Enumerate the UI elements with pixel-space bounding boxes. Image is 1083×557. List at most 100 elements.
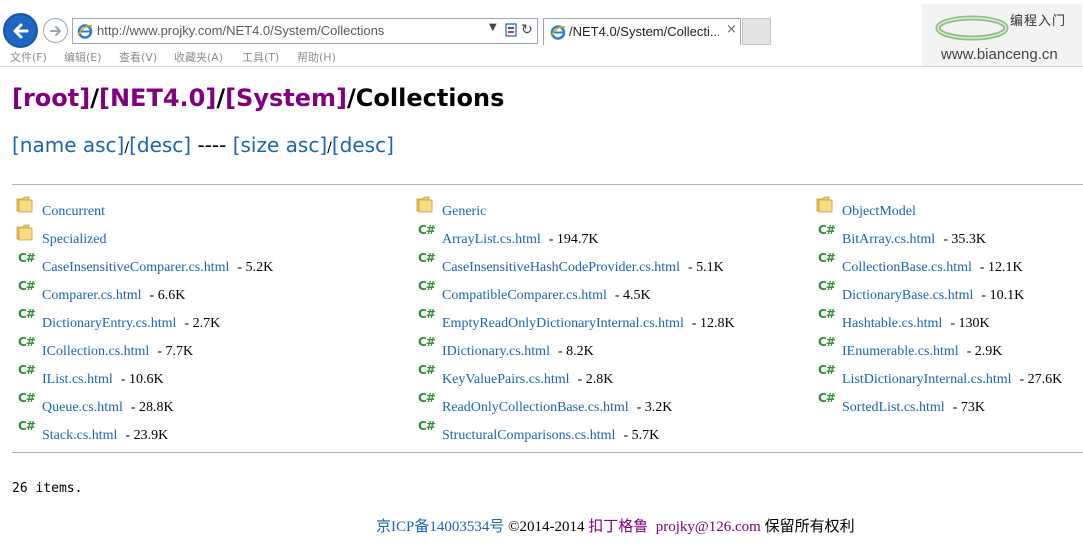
file-size: - 5.1K bbox=[687, 260, 724, 275]
file-link[interactable]: StructuralComparisons.cs.html bbox=[442, 428, 615, 443]
file-link[interactable]: Hashtable.cs.html bbox=[842, 316, 942, 331]
file-size: - 4.5K bbox=[614, 288, 651, 303]
file-size: - 2.7K bbox=[184, 316, 221, 331]
menu-file[interactable]: 文件(F) bbox=[10, 49, 47, 65]
file-link[interactable]: IDictionary.cs.html bbox=[442, 344, 550, 359]
breadcrumb-system-link[interactable]: [System] bbox=[225, 84, 347, 112]
sort-size-desc-link[interactable]: [desc] bbox=[332, 133, 394, 157]
ie-page-icon bbox=[77, 24, 93, 39]
forward-button[interactable] bbox=[43, 18, 68, 43]
csharp-file-icon: C# bbox=[418, 335, 436, 349]
csharp-file-icon: C# bbox=[18, 419, 36, 433]
compatibility-view-icon[interactable] bbox=[505, 23, 517, 37]
owner-link[interactable]: 扣丁格鲁 bbox=[588, 519, 648, 535]
folder-icon bbox=[15, 222, 35, 242]
csharp-file-icon: C# bbox=[18, 391, 36, 405]
folder-link[interactable]: Specialized bbox=[42, 232, 107, 247]
csharp-file-icon: C# bbox=[818, 251, 836, 265]
csharp-file-icon: C# bbox=[818, 279, 836, 293]
breadcrumb-root-link[interactable]: [root] bbox=[12, 84, 90, 112]
divider-top bbox=[12, 184, 1083, 185]
menu-favorites[interactable]: 收藏夹(A) bbox=[174, 49, 223, 65]
address-url[interactable]: http://www.projky.com/NET4.0/System/Coll… bbox=[97, 23, 384, 38]
file-link[interactable]: EmptyReadOnlyDictionaryInternal.cs.html bbox=[442, 316, 684, 331]
file-link[interactable]: SortedList.cs.html bbox=[842, 400, 945, 415]
menu-edit[interactable]: 编辑(E) bbox=[64, 49, 102, 65]
file-size: - 28.8K bbox=[130, 400, 174, 415]
chevron-down-icon[interactable]: ▼ bbox=[489, 22, 497, 33]
close-icon[interactable]: × bbox=[726, 22, 737, 37]
file-link[interactable]: KeyValuePairs.cs.html bbox=[442, 372, 570, 387]
folder-icon bbox=[15, 194, 35, 214]
tab-active[interactable]: /NET4.0/System/Collecti... × bbox=[543, 18, 741, 45]
sort-dashes: ---- bbox=[191, 133, 233, 157]
menu-help[interactable]: 帮助(H) bbox=[297, 49, 336, 65]
file-link[interactable]: CaseInsensitiveComparer.cs.html bbox=[42, 260, 229, 275]
csharp-file-icon: C# bbox=[18, 251, 36, 265]
file-link[interactable]: Queue.cs.html bbox=[42, 400, 123, 415]
file-link[interactable]: DictionaryEntry.cs.html bbox=[42, 316, 176, 331]
browser-chrome: http://www.projky.com/NET4.0/System/Coll… bbox=[0, 0, 1083, 67]
csharp-file-icon: C# bbox=[418, 307, 436, 321]
folder-link[interactable]: ObjectModel bbox=[842, 204, 916, 219]
file-size: - 7.7K bbox=[157, 344, 194, 359]
file-link[interactable]: Comparer.cs.html bbox=[42, 288, 142, 303]
menu-view[interactable]: 查看(V) bbox=[119, 49, 157, 65]
file-link[interactable]: CollectionBase.cs.html bbox=[842, 260, 972, 275]
new-tab-button[interactable] bbox=[742, 18, 771, 45]
icp-link[interactable]: 京ICP备14003534号 bbox=[376, 519, 504, 535]
folder-link[interactable]: Concurrent bbox=[42, 204, 105, 219]
file-link[interactable]: ReadOnlyCollectionBase.cs.html bbox=[442, 400, 629, 415]
file-link[interactable]: BitArray.cs.html bbox=[842, 232, 935, 247]
breadcrumb: [root]/[NET4.0]/[System]/Collections bbox=[12, 84, 504, 112]
breadcrumb-separator: / bbox=[347, 84, 356, 112]
menu-tools[interactable]: 工具(T) bbox=[242, 49, 279, 65]
tab-title: /NET4.0/System/Collecti... bbox=[569, 24, 719, 39]
arrow-right-icon bbox=[49, 25, 61, 36]
file-size: - 194.7K bbox=[548, 232, 599, 247]
sort-name-asc-link[interactable]: [name asc] bbox=[12, 133, 124, 157]
file-size: - 8.2K bbox=[557, 344, 594, 359]
sort-links: [name asc]/[desc] ---- [size asc]/[desc] bbox=[12, 133, 394, 157]
csharp-file-icon: C# bbox=[418, 363, 436, 377]
folder-icon bbox=[815, 194, 835, 214]
csharp-file-icon: C# bbox=[418, 419, 436, 433]
csharp-file-icon: C# bbox=[18, 279, 36, 293]
csharp-file-icon: C# bbox=[818, 223, 836, 237]
footer: 京ICP备14003534号 ©2014-2014 扣丁格鲁 projky@12… bbox=[376, 515, 855, 536]
folder-link[interactable]: Generic bbox=[442, 204, 486, 219]
breadcrumb-separator: / bbox=[216, 84, 226, 112]
menu-bar: 文件(F) 编辑(E) 查看(V) 收藏夹(A) 工具(T) 帮助(H) bbox=[0, 48, 1083, 66]
file-link[interactable]: Stack.cs.html bbox=[42, 428, 117, 443]
file-link[interactable]: ListDictionaryInternal.cs.html bbox=[842, 372, 1012, 387]
email-link[interactable]: projky@126.com bbox=[656, 519, 761, 535]
refresh-icon[interactable]: ↻ bbox=[521, 22, 533, 38]
breadcrumb-net-link[interactable]: [NET4.0] bbox=[99, 84, 216, 112]
file-link[interactable]: CompatibleComparer.cs.html bbox=[442, 288, 607, 303]
file-link[interactable]: ArrayList.cs.html bbox=[442, 232, 541, 247]
breadcrumb-separator: / bbox=[90, 84, 99, 112]
file-size: - 12.1K bbox=[979, 260, 1023, 275]
file-size: - 23.9K bbox=[125, 428, 169, 443]
file-link[interactable]: DictionaryBase.cs.html bbox=[842, 288, 973, 303]
copyright-text: ©2014-2014 bbox=[504, 519, 589, 535]
address-bar[interactable]: http://www.projky.com/NET4.0/System/Coll… bbox=[72, 18, 538, 44]
csharp-file-icon: C# bbox=[818, 307, 836, 321]
divider-bottom bbox=[12, 452, 1083, 453]
item-count: 26 items. bbox=[12, 481, 83, 496]
watermark-text: 编程入门 bbox=[1009, 14, 1066, 29]
file-link[interactable]: ICollection.cs.html bbox=[42, 344, 149, 359]
file-link[interactable]: IEnumerable.cs.html bbox=[842, 344, 959, 359]
csharp-file-icon: C# bbox=[818, 391, 836, 405]
back-button[interactable] bbox=[3, 13, 38, 48]
sort-name-desc-link[interactable]: [desc] bbox=[129, 133, 191, 157]
file-size: - 5.7K bbox=[623, 428, 660, 443]
csharp-file-icon: C# bbox=[818, 335, 836, 349]
sort-size-asc-link[interactable]: [size asc] bbox=[233, 133, 327, 157]
csharp-file-icon: C# bbox=[18, 363, 36, 377]
file-link[interactable]: IList.cs.html bbox=[42, 372, 113, 387]
csharp-file-icon: C# bbox=[418, 391, 436, 405]
file-size: - 2.9K bbox=[966, 344, 1003, 359]
file-link[interactable]: CaseInsensitiveHashCodeProvider.cs.html bbox=[442, 260, 680, 275]
file-size: - 35.3K bbox=[943, 232, 986, 247]
